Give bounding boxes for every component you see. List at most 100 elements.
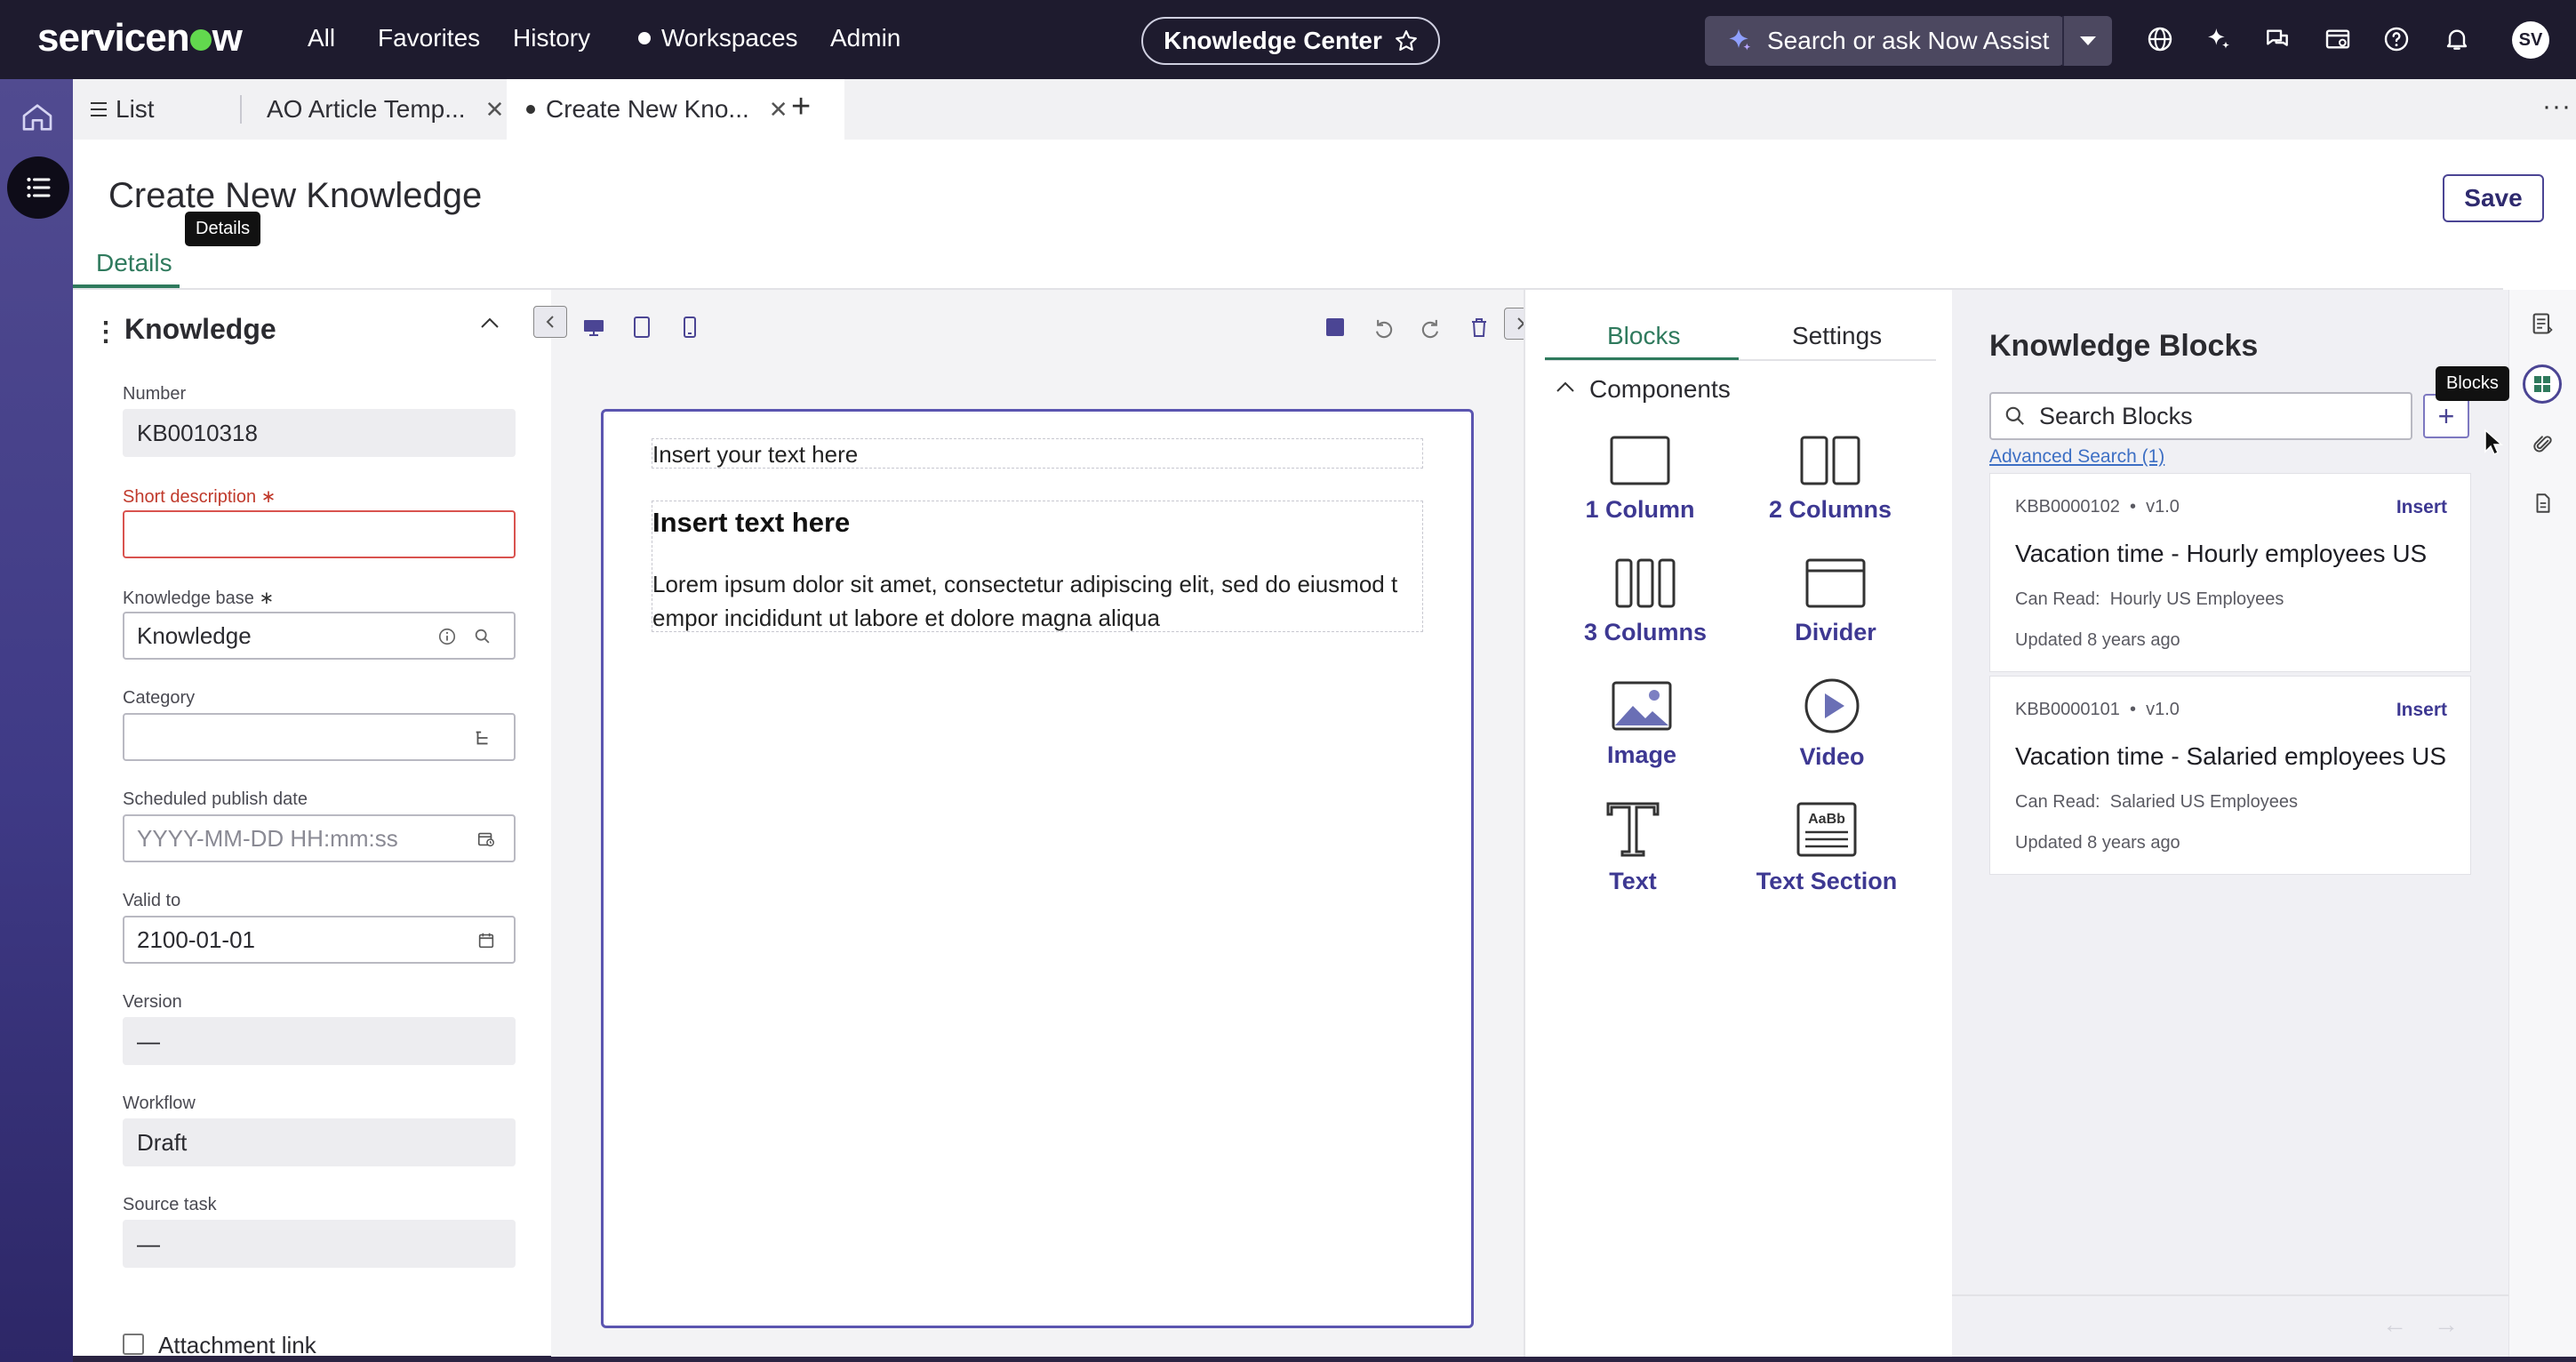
delete-button[interactable] — [1463, 311, 1495, 343]
knowledge-block-card[interactable]: KBB0000102 • v1.0 Insert Vacation time -… — [1989, 473, 2471, 672]
list-menu-button[interactable] — [7, 156, 69, 219]
calendar-icon[interactable] — [476, 931, 496, 950]
servicenow-logo[interactable]: servicenw servicenow — [37, 16, 243, 60]
tab-blocks[interactable]: Blocks — [1607, 322, 1680, 350]
workflow-field: Draft — [123, 1118, 516, 1166]
component-divider[interactable]: Divider — [1751, 557, 1920, 646]
prev-page-arrow-icon[interactable]: ← — [2382, 1310, 2407, 1339]
workspace-switcher-icon[interactable] — [2324, 25, 2352, 53]
list-icon — [27, 177, 51, 198]
workflow-label: Workflow — [123, 1094, 196, 1113]
mobile-view-button[interactable] — [674, 311, 706, 343]
calendar-clock-icon[interactable] — [476, 829, 496, 849]
close-tab-icon[interactable]: ✕ — [485, 96, 505, 124]
card-updated: Updated 8 years ago — [2015, 833, 2180, 853]
component-2-columns[interactable]: 2 Columns — [1746, 434, 1915, 524]
attachment-link-checkbox[interactable] — [123, 1334, 144, 1355]
knowledge-base-field[interactable]: Knowledge — [123, 612, 516, 660]
nav-history[interactable]: History — [513, 24, 590, 52]
collapse-left-panel-button[interactable] — [533, 306, 567, 338]
save-button[interactable]: Save — [2443, 174, 2544, 222]
text-section-block[interactable]: Insert text here Lorem ipsum dolor sit a… — [652, 501, 1423, 632]
knowledge-block-card[interactable]: KBB0000101 • v1.0 Insert Vacation time -… — [1989, 676, 2471, 875]
text-placeholder-block[interactable]: Insert your text here — [652, 438, 1423, 469]
now-assist-sparkle-icon[interactable] — [2204, 25, 2233, 53]
new-tab-plus-icon[interactable]: + — [791, 88, 811, 126]
blocks-tooltip: Blocks — [2436, 366, 2509, 401]
next-page-arrow-icon[interactable]: → — [2434, 1310, 2459, 1339]
insert-button[interactable]: Insert — [2396, 700, 2447, 721]
component-image[interactable]: Image — [1557, 679, 1726, 769]
section-more-icon[interactable]: ⋮ — [92, 316, 119, 348]
tree-picker-icon[interactable] — [473, 728, 492, 748]
component-video[interactable]: Video — [1748, 677, 1916, 771]
short-description-input[interactable] — [123, 510, 516, 558]
nav-all[interactable]: All — [308, 24, 335, 52]
component-label: Image — [1606, 741, 1677, 768]
star-icon[interactable] — [1395, 29, 1418, 52]
tab-details[interactable]: Details — [96, 249, 172, 277]
search-blocks-input[interactable]: Search Blocks — [1989, 392, 2412, 440]
attachment-link-label: Attachment link — [158, 1332, 316, 1355]
record-details-icon[interactable] — [2530, 311, 2555, 336]
nav-workspaces-label: Workspaces — [661, 24, 798, 52]
component-text-section[interactable]: AaBb Text Section — [1742, 800, 1911, 895]
component-label: 3 Columns — [1583, 619, 1708, 645]
nav-workspaces[interactable]: Workspaces — [638, 24, 798, 52]
search-icon — [2005, 406, 2024, 425]
text-t-icon — [1606, 802, 1660, 857]
collapse-chevron-up-icon[interactable] — [480, 316, 500, 329]
category-field[interactable] — [123, 713, 516, 761]
divider-icon — [1805, 558, 1866, 608]
select-block-button[interactable] — [1319, 311, 1351, 343]
lookup-search-icon[interactable] — [473, 627, 492, 646]
number-field: KB0010318 — [123, 409, 516, 457]
blocks-rail-button[interactable] — [2523, 365, 2562, 404]
text-section-icon: AaBb — [1796, 802, 1857, 857]
valid-to-field[interactable]: 2100-01-01 — [123, 916, 516, 964]
components-chevron-up-icon[interactable] — [1556, 381, 1575, 393]
tab-list[interactable]: List — [89, 79, 155, 140]
now-assist-search[interactable]: Search or ask Now Assist — [1705, 16, 2064, 66]
publish-date-field[interactable]: YYYY-MM-DD HH:mm:ss — [123, 814, 516, 862]
undo-button[interactable] — [1367, 311, 1399, 343]
component-text[interactable]: Text — [1548, 800, 1717, 895]
redo-button[interactable] — [1415, 311, 1447, 343]
advanced-search-link[interactable]: Advanced Search (1) — [1989, 446, 2164, 468]
attachment-paperclip-icon[interactable] — [2532, 432, 2555, 457]
component-1-column[interactable]: 1 Column — [1556, 434, 1724, 524]
close-tab-icon[interactable]: ✕ — [769, 96, 788, 124]
globe-icon[interactable] — [2146, 25, 2174, 53]
knowledge-base-label: Knowledge base ∗ — [123, 589, 275, 608]
user-avatar[interactable]: SV — [2512, 21, 2549, 59]
blocks-tab-underline — [1545, 357, 1739, 360]
tablet-view-button[interactable] — [626, 311, 658, 343]
component-3-columns[interactable]: 3 Columns — [1561, 557, 1730, 646]
search-dropdown-button[interactable] — [2062, 16, 2112, 66]
knowledge-base-label-text: Knowledge base — [123, 589, 254, 608]
desktop-view-button[interactable] — [578, 311, 610, 343]
home-icon[interactable] — [20, 100, 55, 135]
card-version: v1.0 — [2146, 497, 2180, 517]
tab-ao-article-template[interactable]: AO Article Temp... ✕ — [267, 79, 504, 140]
document-icon[interactable] — [2532, 491, 2555, 516]
knowledge-center-pill[interactable]: Knowledge Center — [1141, 17, 1440, 65]
component-label: Text Section — [1756, 868, 1898, 894]
category-label: Category — [123, 688, 196, 708]
nav-favorites[interactable]: Favorites — [378, 24, 480, 52]
search-label: Search or ask Now Assist — [1767, 27, 2050, 54]
hamburger-icon — [91, 102, 107, 116]
undo-icon — [1375, 319, 1393, 339]
more-options-icon[interactable]: ··· — [2542, 92, 2572, 122]
tab-settings[interactable]: Settings — [1792, 322, 1882, 350]
help-icon[interactable] — [2382, 25, 2411, 53]
svg-text:AaBb: AaBb — [1808, 812, 1845, 827]
publish-date-label: Scheduled publish date — [123, 789, 308, 809]
chat-icon[interactable] — [2263, 25, 2292, 53]
notification-bell-icon[interactable] — [2443, 25, 2471, 53]
article-document[interactable]: Insert your text here Insert text here L… — [601, 409, 1474, 1328]
nav-admin[interactable]: Admin — [830, 24, 900, 52]
insert-button[interactable]: Insert — [2396, 497, 2447, 518]
info-icon[interactable] — [437, 627, 457, 646]
image-icon — [1612, 681, 1672, 731]
